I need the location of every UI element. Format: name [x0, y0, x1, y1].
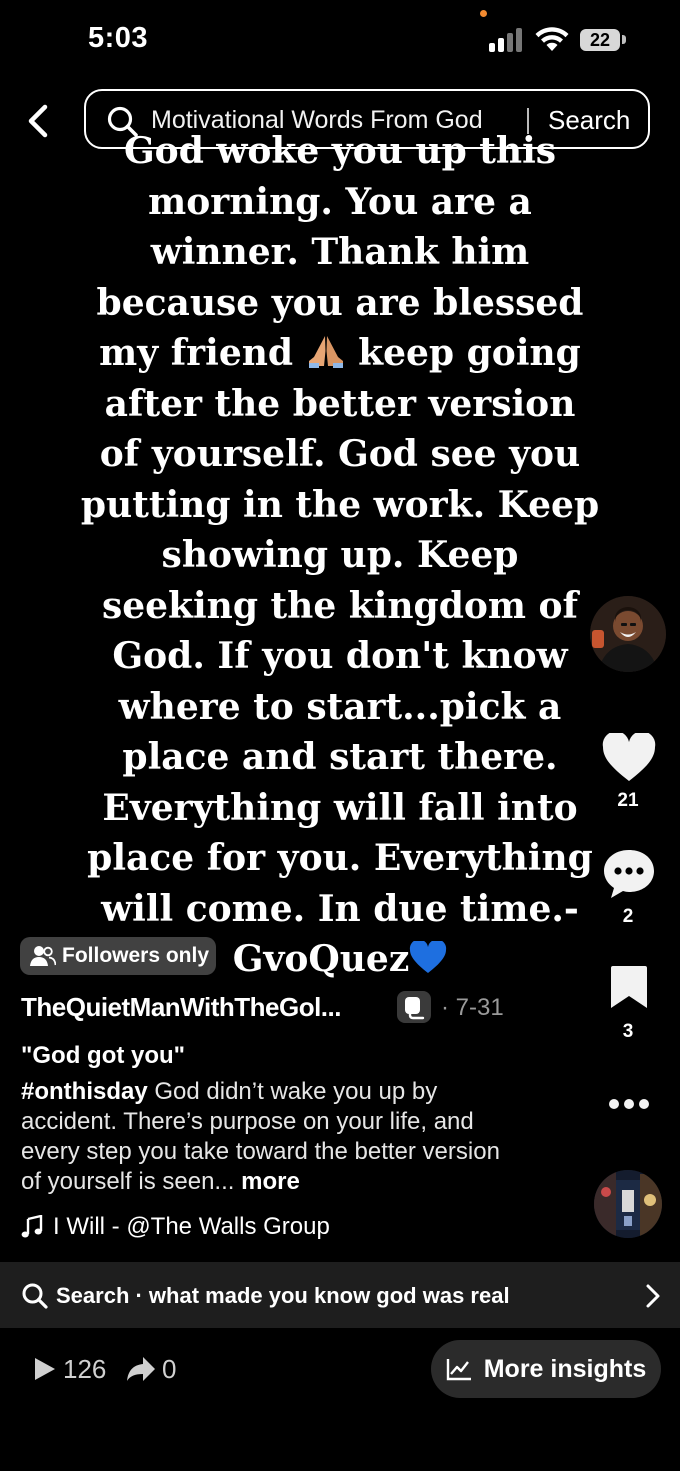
search-icon — [107, 106, 138, 137]
more-insights-label: More insights — [483, 1354, 647, 1383]
search-bar[interactable]: Motivational Words From God Search — [84, 89, 650, 149]
followers-only-label: Followers only — [62, 944, 210, 967]
caption-title: "God got you" — [21, 1042, 186, 1069]
play-count: 126 — [63, 1354, 107, 1384]
quote-text-part-2: keep going after the better version of y… — [80, 332, 600, 980]
search-button[interactable]: Search — [548, 105, 630, 136]
comment-count: 2 — [622, 906, 634, 927]
play-count-icon — [35, 1358, 55, 1380]
praying-hands-emoji — [308, 336, 343, 368]
quote-text: God woke you up this morning. You are a … — [80, 126, 600, 985]
share-count: 0 — [162, 1354, 177, 1384]
share-count-icon — [127, 1357, 155, 1381]
more-options-icon[interactable] — [607, 1094, 651, 1114]
insights-chart-icon — [446, 1359, 471, 1381]
comment-icon[interactable] — [602, 848, 656, 900]
post-date: · 7-31 — [441, 994, 504, 1021]
more-insights-button[interactable]: More insights — [431, 1340, 661, 1398]
like-heart-icon[interactable] — [602, 733, 656, 783]
followers-only-badge: Followers only — [20, 937, 216, 975]
music-row[interactable]: I Will - @The Walls Group — [21, 1212, 330, 1242]
sound-cover-art — [594, 1170, 662, 1238]
post-viewer-screen: 5:03 22 Motivational Words From God Sear… — [0, 0, 680, 1471]
followers-icon — [30, 946, 56, 966]
caption-hashtag[interactable]: #onthisday — [21, 1078, 148, 1105]
search-cursor — [527, 108, 529, 134]
caption-body[interactable]: #onthisday God didn’t wake you up by acc… — [21, 1077, 521, 1197]
creator-avatar[interactable] — [590, 596, 666, 672]
save-count: 3 — [622, 1021, 634, 1042]
bookmark-icon[interactable] — [609, 964, 649, 1010]
related-search-icon — [22, 1283, 48, 1309]
related-search-label: Search · what made you know god was real — [56, 1283, 510, 1308]
recording-indicator-dot — [480, 10, 487, 17]
related-search-bar[interactable]: Search · what made you know god was real — [0, 1262, 680, 1328]
creator-username[interactable]: TheQuietManWithTheGol... — [21, 992, 341, 1023]
music-note-icon — [21, 1215, 43, 1238]
repost-badge-icon — [397, 991, 431, 1023]
battery-tip — [622, 35, 626, 44]
music-title: I Will - @The Walls Group — [53, 1213, 330, 1240]
like-count: 21 — [617, 790, 639, 811]
status-time: 5:03 — [88, 22, 149, 54]
battery-level: 22 — [580, 29, 620, 51]
chevron-right-icon — [646, 1284, 660, 1308]
search-query-text[interactable]: Motivational Words From God — [151, 106, 483, 135]
wifi-icon — [535, 27, 569, 51]
cellular-signal-icon — [489, 28, 525, 52]
blue-heart-emoji — [410, 941, 447, 973]
sound-disc[interactable] — [594, 1170, 662, 1238]
back-button[interactable] — [20, 98, 60, 144]
creator-photo — [590, 596, 666, 672]
caption-more-link[interactable]: more — [241, 1168, 300, 1195]
